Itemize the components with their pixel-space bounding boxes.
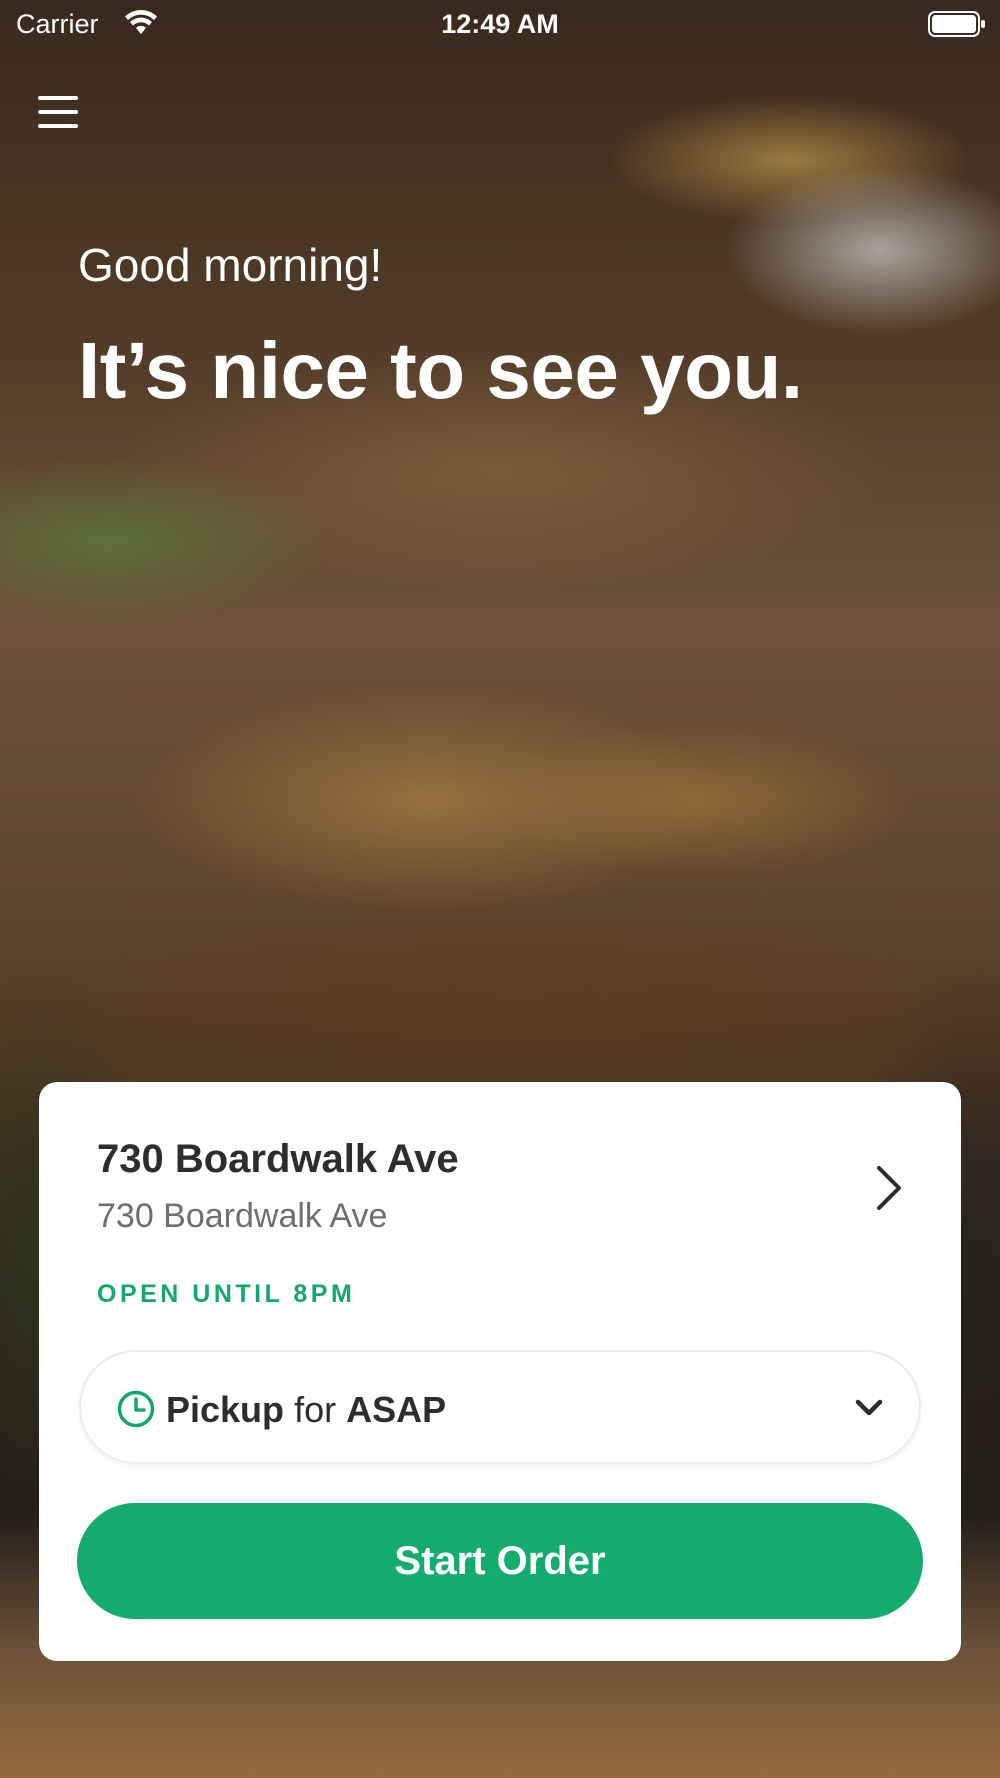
- clock-time: 12:49 AM: [441, 9, 559, 39]
- order-mode: Pickup: [166, 1389, 285, 1430]
- order-time: ASAP: [346, 1389, 447, 1430]
- battery-icon: [928, 11, 985, 37]
- menu-icon[interactable]: [38, 94, 78, 130]
- status-bar: Carrier 12:49 AM: [0, 0, 1000, 50]
- open-status-badge: OPEN UNTIL 8PM: [97, 1280, 356, 1308]
- headline-text: It’s nice to see you.: [78, 326, 803, 415]
- clock-icon: [117, 1390, 155, 1428]
- location-name[interactable]: 730 Boardwalk Ave: [97, 1137, 459, 1182]
- location-card: 730 Boardwalk Ave 730 Boardwalk Ave OPEN…: [39, 1082, 961, 1661]
- order-type-label: Pickup for ASAP: [166, 1389, 446, 1431]
- location-address[interactable]: 730 Boardwalk Ave: [97, 1197, 387, 1236]
- order-type-dropdown[interactable]: Pickup for ASAP: [79, 1350, 921, 1464]
- start-order-button[interactable]: Start Order: [77, 1503, 923, 1619]
- order-connector: for: [294, 1389, 337, 1430]
- greeting-text: Good morning!: [78, 239, 383, 291]
- chevron-right-icon[interactable]: [869, 1162, 909, 1214]
- chevron-down-icon: [855, 1399, 883, 1416]
